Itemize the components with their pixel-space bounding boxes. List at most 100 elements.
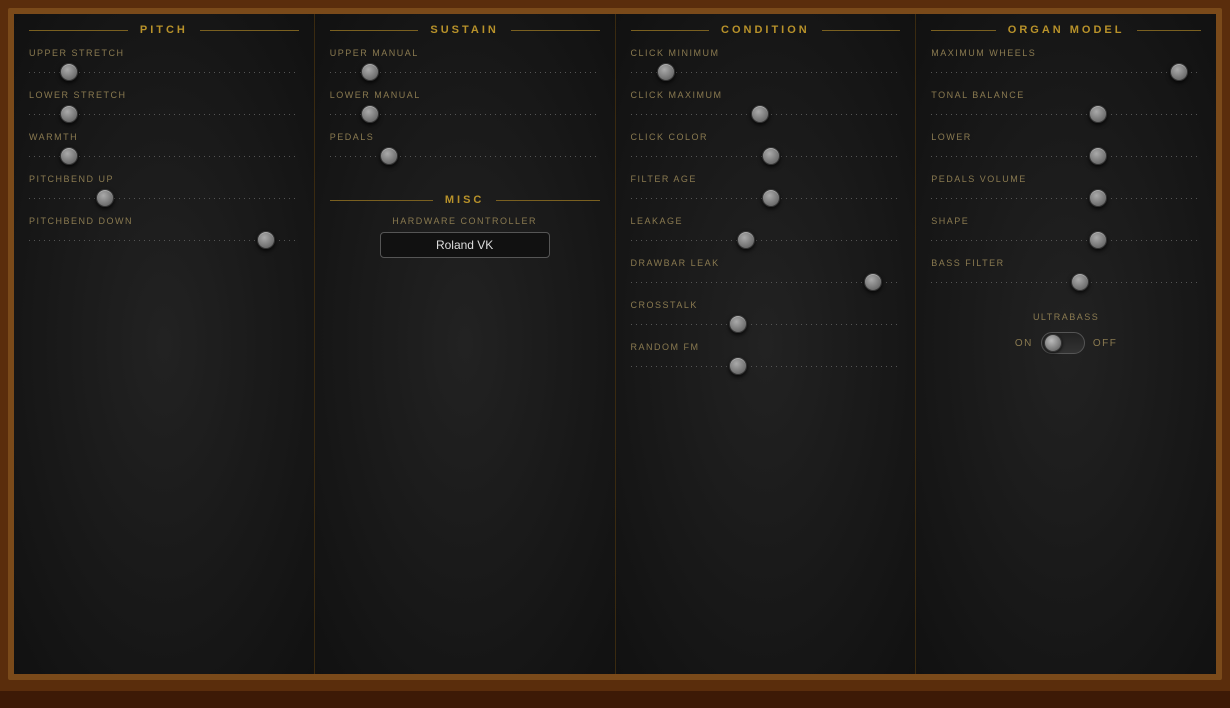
drawbar-leak-track bbox=[631, 272, 901, 292]
drawbar-leak-section: DRAWBAR LEAK bbox=[631, 258, 901, 292]
bass-filter-label: BASS FILTER bbox=[931, 258, 1201, 268]
shape-track bbox=[931, 230, 1201, 250]
filter-age-thumb[interactable] bbox=[762, 189, 780, 207]
pedals-label: PEDALS bbox=[330, 132, 600, 142]
condition-title-row: CONDITION bbox=[631, 24, 901, 36]
organ-model-title: ORGAN MODEL bbox=[1002, 24, 1131, 36]
upper-stretch-track bbox=[29, 62, 299, 82]
lower-section: LOWER bbox=[931, 132, 1201, 166]
misc-title: MISC bbox=[439, 194, 491, 206]
ultrabass-off-label: OFF bbox=[1093, 338, 1118, 349]
shape-thumb[interactable] bbox=[1089, 231, 1107, 249]
leakage-section: LEAKAGE bbox=[631, 216, 901, 250]
tonal-balance-ticks bbox=[931, 109, 1201, 119]
warmth-track bbox=[29, 146, 299, 166]
click-min-section: CLICK MINIMUM bbox=[631, 48, 901, 82]
bass-filter-thumb[interactable] bbox=[1071, 273, 1089, 291]
max-wheels-section: MAXIMUM WHEELS bbox=[931, 48, 1201, 82]
shape-ticks bbox=[931, 235, 1201, 245]
tonal-balance-thumb[interactable] bbox=[1089, 105, 1107, 123]
crosstalk-ticks bbox=[631, 319, 901, 329]
warmth-label: WARMTH bbox=[29, 132, 299, 142]
pedals-volume-thumb[interactable] bbox=[1089, 189, 1107, 207]
pitchbend-down-section: PITCHBEND DOWN bbox=[29, 216, 299, 250]
leakage-thumb[interactable] bbox=[737, 231, 755, 249]
lower-stretch-track bbox=[29, 104, 299, 124]
lower-thumb[interactable] bbox=[1089, 147, 1107, 165]
misc-line-left bbox=[330, 200, 433, 201]
click-color-thumb[interactable] bbox=[762, 147, 780, 165]
click-color-track bbox=[631, 146, 901, 166]
bass-filter-track bbox=[931, 272, 1201, 292]
bottom-bar bbox=[0, 688, 1230, 708]
crosstalk-thumb[interactable] bbox=[729, 315, 747, 333]
drawbar-leak-label: DRAWBAR LEAK bbox=[631, 258, 901, 268]
pedals-volume-track bbox=[931, 188, 1201, 208]
pedals-section: PEDALS bbox=[330, 132, 600, 166]
upper-manual-thumb[interactable] bbox=[361, 63, 379, 81]
lower-stretch-thumb[interactable] bbox=[60, 105, 78, 123]
crosstalk-label: CROSSTALK bbox=[631, 300, 901, 310]
tonal-balance-track bbox=[931, 104, 1201, 124]
pedals-track bbox=[330, 146, 600, 166]
drawbar-leak-thumb[interactable] bbox=[864, 273, 882, 291]
pitchbend-down-thumb[interactable] bbox=[257, 231, 275, 249]
sustain-line-left bbox=[330, 30, 419, 31]
pitch-panel: PITCH UPPER STRETCH LOWER STRETCH WARMTH bbox=[14, 14, 315, 674]
ultrabass-toggle-row: ON OFF bbox=[1015, 332, 1118, 354]
leakage-track bbox=[631, 230, 901, 250]
hw-controller-selector[interactable]: Roland VK bbox=[380, 232, 550, 258]
max-wheels-thumb[interactable] bbox=[1170, 63, 1188, 81]
upper-stretch-label: UPPER STRETCH bbox=[29, 48, 299, 58]
leakage-label: LEAKAGE bbox=[631, 216, 901, 226]
click-max-section: CLICK MAXIMUM bbox=[631, 90, 901, 124]
filter-age-label: FILTER AGE bbox=[631, 174, 901, 184]
pitch-line-left bbox=[29, 30, 128, 31]
pedals-ticks bbox=[330, 151, 600, 161]
random-fm-track bbox=[631, 356, 901, 376]
warmth-thumb[interactable] bbox=[60, 147, 78, 165]
pitchbend-up-label: PITCHBEND UP bbox=[29, 174, 299, 184]
pitchbend-up-ticks bbox=[29, 193, 299, 203]
max-wheels-label: MAXIMUM WHEELS bbox=[931, 48, 1201, 58]
sustain-title: SUSTAIN bbox=[424, 24, 504, 36]
ultrabass-toggle[interactable] bbox=[1041, 332, 1085, 354]
pitch-title-row: PITCH bbox=[29, 24, 299, 36]
upper-stretch-section: UPPER STRETCH bbox=[29, 48, 299, 82]
click-max-thumb[interactable] bbox=[751, 105, 769, 123]
lower-stretch-label: LOWER STRETCH bbox=[29, 90, 299, 100]
tonal-balance-section: TONAL BALANCE bbox=[931, 90, 1201, 124]
sustain-title-row: SUSTAIN bbox=[330, 24, 600, 36]
misc-line-right bbox=[496, 200, 599, 201]
click-max-track bbox=[631, 104, 901, 124]
misc-title-row: MISC bbox=[330, 194, 600, 206]
tonal-balance-label: TONAL BALANCE bbox=[931, 90, 1201, 100]
bass-filter-ticks bbox=[931, 277, 1201, 287]
organ-model-panel: ORGAN MODEL MAXIMUM WHEELS TONAL BALANCE… bbox=[916, 14, 1216, 674]
upper-manual-track bbox=[330, 62, 600, 82]
ultrabass-on-label: ON bbox=[1015, 338, 1033, 349]
random-fm-label: RANDOM FM bbox=[631, 342, 901, 352]
condition-title: CONDITION bbox=[715, 24, 816, 36]
drawbar-leak-ticks bbox=[631, 277, 901, 287]
click-min-thumb[interactable] bbox=[657, 63, 675, 81]
lower-track bbox=[931, 146, 1201, 166]
lower-manual-label: LOWER MANUAL bbox=[330, 90, 600, 100]
pedals-thumb[interactable] bbox=[380, 147, 398, 165]
click-max-label: CLICK MAXIMUM bbox=[631, 90, 901, 100]
lower-ticks bbox=[931, 151, 1201, 161]
warmth-section: WARMTH bbox=[29, 132, 299, 166]
pedals-volume-label: PEDALS VOLUME bbox=[931, 174, 1201, 184]
pitch-line-right bbox=[200, 30, 299, 31]
lower-manual-thumb[interactable] bbox=[361, 105, 379, 123]
crosstalk-track bbox=[631, 314, 901, 334]
random-fm-thumb[interactable] bbox=[729, 357, 747, 375]
lower-stretch-section: LOWER STRETCH bbox=[29, 90, 299, 124]
leakage-ticks bbox=[631, 235, 901, 245]
click-color-label: CLICK COLOR bbox=[631, 132, 901, 142]
pitchbend-up-section: PITCHBEND UP bbox=[29, 174, 299, 208]
sustain-line-right bbox=[511, 30, 600, 31]
upper-stretch-thumb[interactable] bbox=[60, 63, 78, 81]
pitchbend-up-thumb[interactable] bbox=[96, 189, 114, 207]
hw-controller-label: HARDWARE CONTROLLER bbox=[392, 216, 537, 226]
